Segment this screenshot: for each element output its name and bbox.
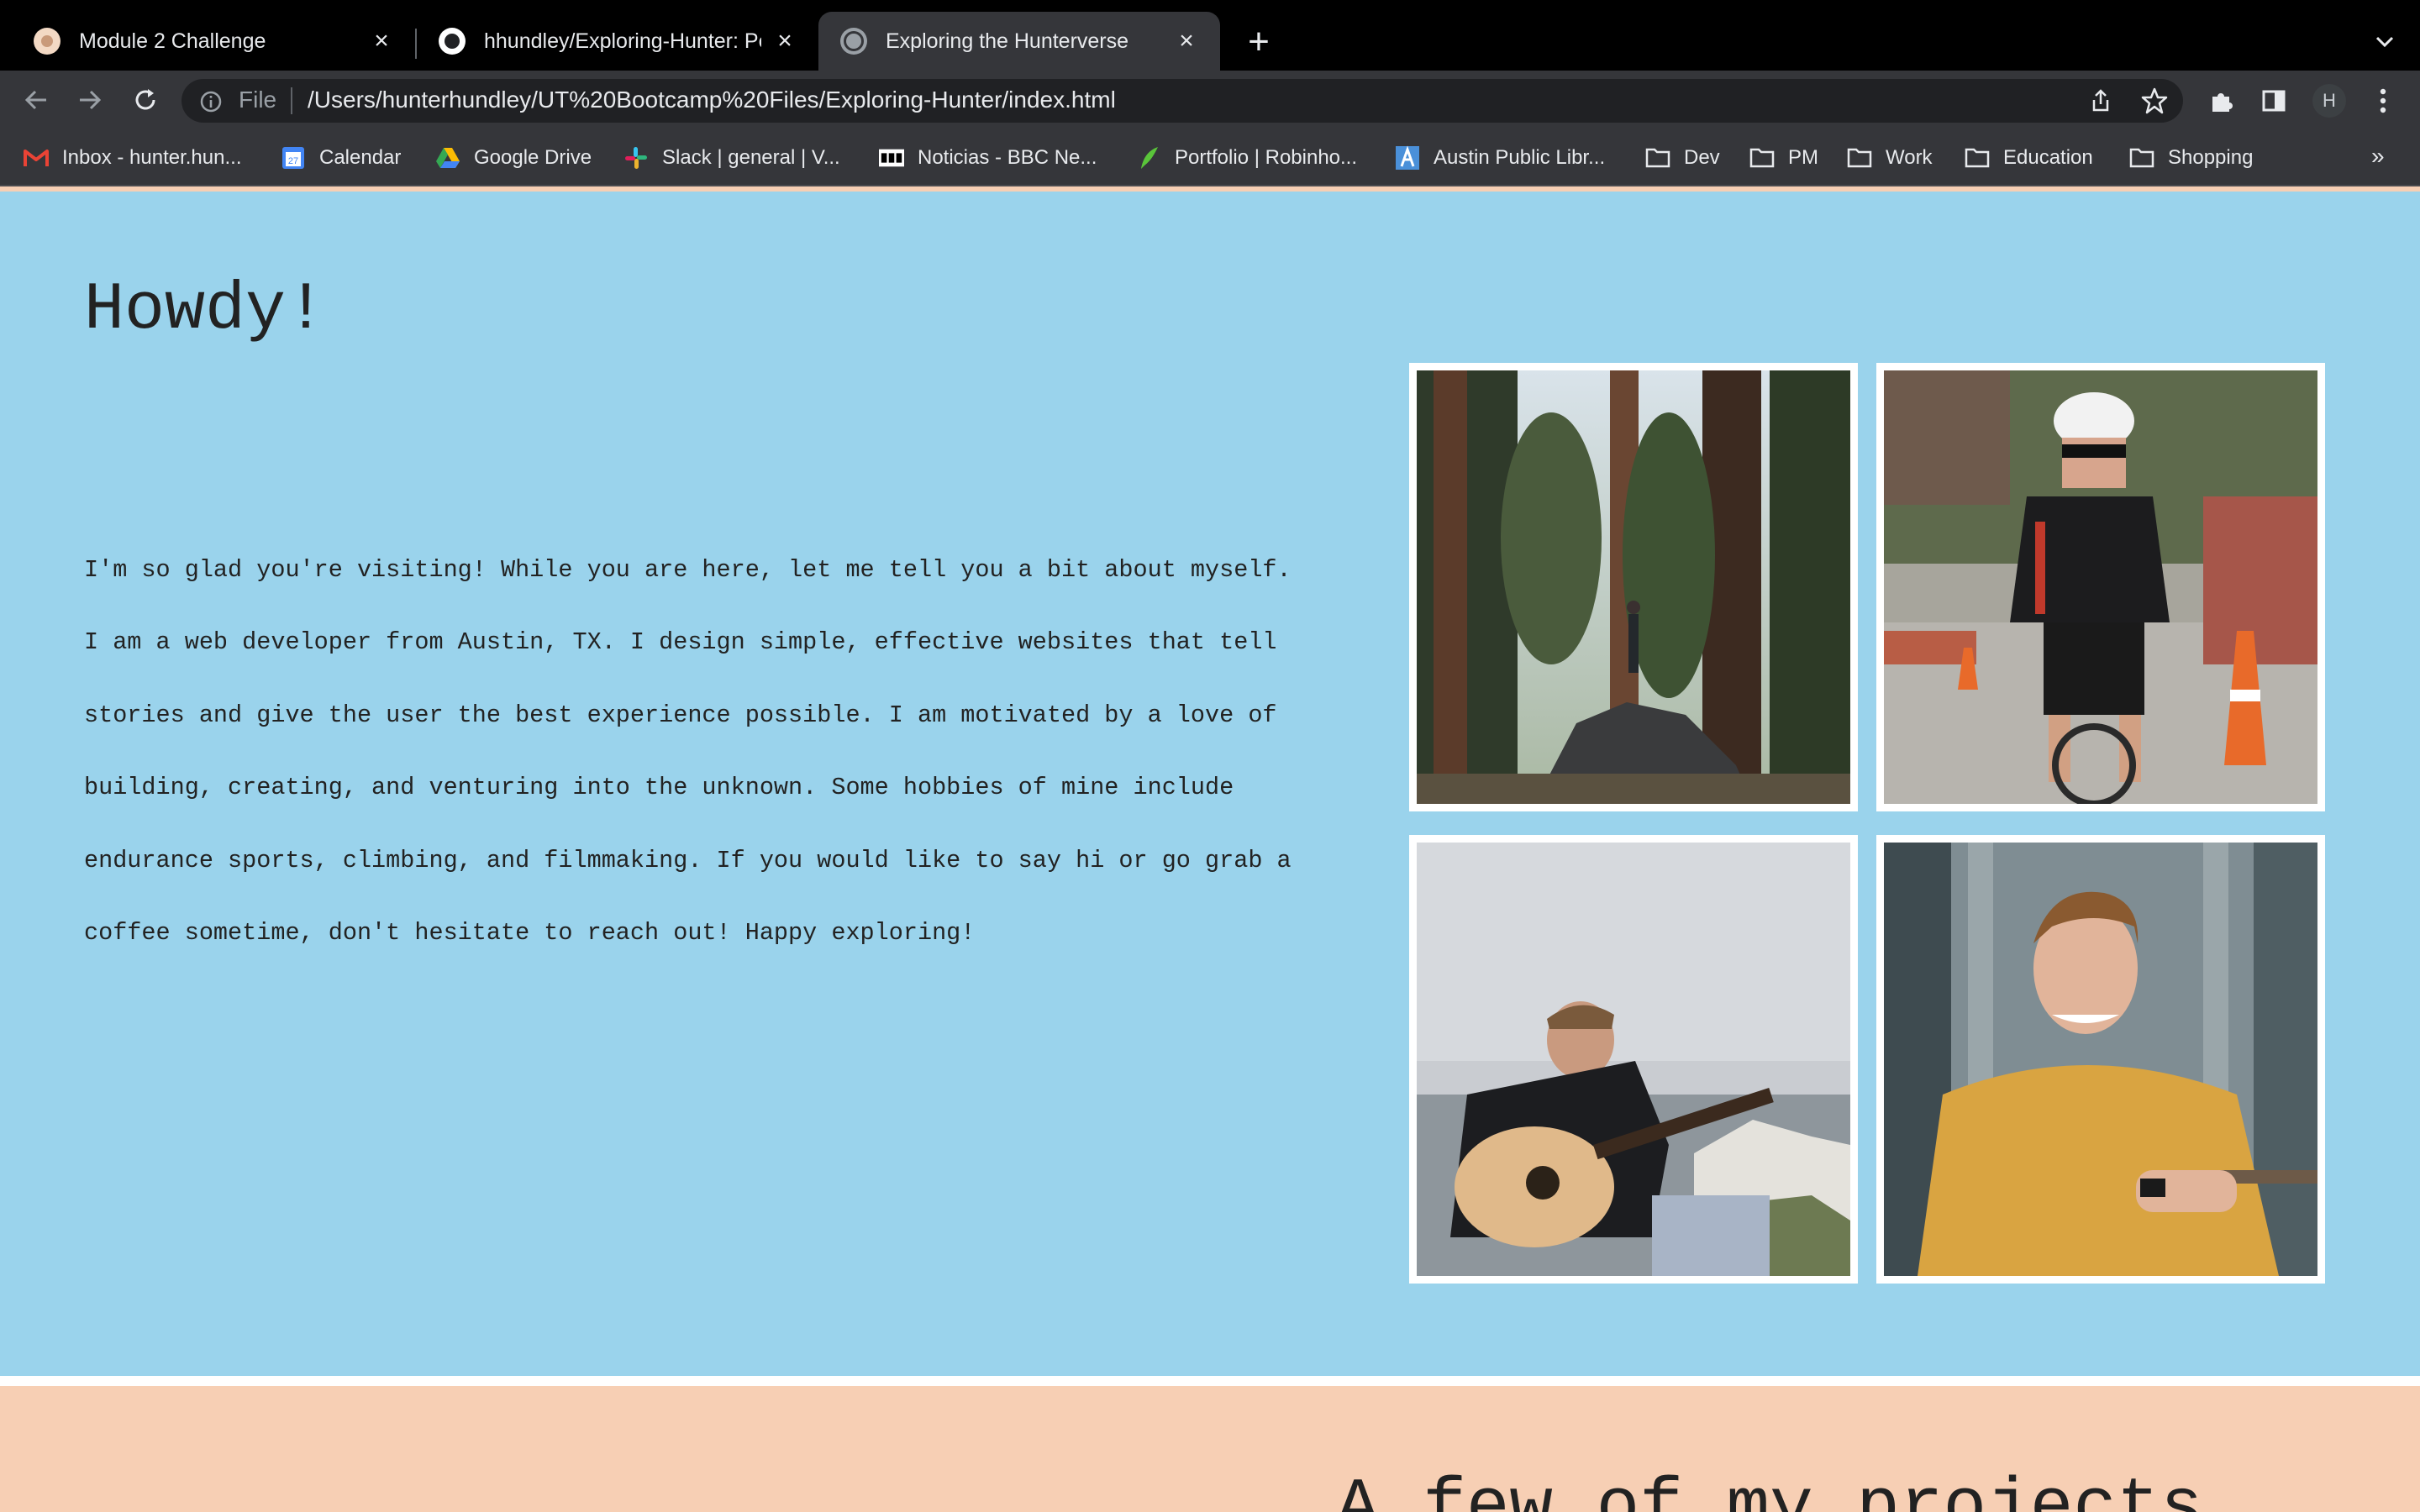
folder-icon: [1645, 145, 1670, 171]
browser-menu-kebab-icon[interactable]: [2366, 84, 2400, 118]
tab-title: Module 2 Challenge: [79, 29, 266, 53]
bookmarks-overflow-chevron-icon[interactable]: »: [2371, 143, 2385, 170]
bookmark-folder-work[interactable]: Work: [1847, 141, 1933, 175]
photo-guitar-cliffs: [1409, 835, 1858, 1284]
extensions-puzzle-icon[interactable]: [2205, 84, 2238, 118]
bookmark-label: Work: [1886, 146, 1933, 169]
photo-cycling-race: [1876, 363, 2325, 811]
bookmark-label: Portfolio | Robinho...: [1175, 146, 1358, 169]
bookmark-folder-pm[interactable]: PM: [1749, 141, 1818, 175]
bbc-icon: [879, 145, 904, 171]
folder-icon: [1847, 145, 1872, 171]
tab-exploring-hunterverse[interactable]: Exploring the Hunterverse ×: [818, 12, 1220, 71]
bookmark-google-drive[interactable]: Google Drive: [435, 141, 592, 175]
close-tab-icon[interactable]: ×: [370, 27, 393, 55]
bookmark-folder-education[interactable]: Education: [1965, 141, 2093, 175]
folder-icon: [1965, 145, 1990, 171]
tab-title: hhundley/Exploring-Hunter: Pe: [484, 29, 761, 53]
close-tab-icon[interactable]: ×: [1175, 27, 1198, 55]
page-top-border: [0, 186, 2420, 192]
bookmark-label: Austin Public Libr...: [1434, 146, 1606, 169]
robinhood-icon: [1136, 145, 1161, 171]
photo-forest-boulder: [1409, 363, 1858, 811]
bookmark-robinhood[interactable]: Portfolio | Robinho...: [1136, 141, 1357, 175]
calendar-icon: 27: [281, 145, 306, 171]
site-info-icon[interactable]: [198, 89, 224, 114]
side-panel-icon[interactable]: [2257, 84, 2291, 118]
tab-module-2-challenge[interactable]: Module 2 Challenge ×: [12, 12, 415, 71]
forward-arrow-icon[interactable]: [72, 82, 108, 118]
address-scheme-label: File: [239, 87, 277, 113]
bookmark-label: Shopping: [2168, 146, 2254, 169]
greeting-heading: Howdy!: [84, 272, 327, 349]
bookmark-label: Inbox - hunter.hun...: [62, 146, 242, 169]
bookmark-austin-library[interactable]: Austin Public Libr...: [1395, 141, 1605, 175]
bookmark-label: Google Drive: [474, 146, 592, 169]
tab-search-chevron-icon[interactable]: [2368, 25, 2402, 59]
new-tab-plus-icon[interactable]: +: [1242, 24, 1276, 60]
address-separator: [291, 87, 292, 114]
folder-icon: [2129, 145, 2154, 171]
github-icon: [439, 28, 466, 55]
gmail-icon: [24, 145, 49, 171]
bookmark-folder-dev[interactable]: Dev: [1645, 141, 1720, 175]
library-icon: [1395, 145, 1420, 171]
bookmark-folder-shopping[interactable]: Shopping: [2129, 141, 2253, 175]
tab-strip: Module 2 Challenge × hhundley/Exploring-…: [0, 0, 2420, 71]
share-icon[interactable]: [2084, 84, 2118, 118]
bookmark-label: Dev: [1684, 146, 1720, 169]
bookmark-label: Education: [2003, 146, 2093, 169]
bookmark-label: Noticias - BBC Ne...: [918, 146, 1097, 169]
bookmark-label: PM: [1788, 146, 1818, 169]
projects-section: A few of my projects: [0, 1386, 2420, 1512]
bookmark-calendar[interactable]: 27 Calendar: [281, 141, 401, 175]
bookmark-bbc[interactable]: Noticias - BBC Ne...: [879, 141, 1097, 175]
intro-paragraph: I'm so glad you're visiting! While you a…: [84, 556, 1292, 948]
address-url[interactable]: /Users/hunterhundley/UT%20Bootcamp%20Fil…: [308, 87, 1116, 113]
slack-icon: [623, 145, 649, 171]
page-viewport: Howdy! I'm so glad you're visiting! Whil…: [0, 186, 2420, 1512]
bookmark-star-icon[interactable]: [2138, 84, 2171, 118]
tab-title: Exploring the Hunterverse: [886, 29, 1129, 53]
bookmark-label: Calendar: [319, 146, 402, 169]
back-arrow-icon[interactable]: [18, 82, 54, 118]
profile-avatar[interactable]: H: [2312, 84, 2346, 118]
tab-github-repo[interactable]: hhundley/Exploring-Hunter: Pe ×: [417, 12, 818, 71]
section-divider: [0, 1376, 2420, 1386]
bookmark-slack[interactable]: Slack | general | V...: [623, 141, 840, 175]
photo-portrait-yellow-shirt: [1876, 835, 2325, 1284]
reload-icon[interactable]: [128, 82, 163, 118]
drive-icon: [435, 145, 460, 171]
folder-icon: [1749, 145, 1775, 171]
projects-heading: A few of my projects: [1336, 1467, 2204, 1512]
close-tab-icon[interactable]: ×: [773, 27, 797, 55]
tab-favicon-icon: [34, 28, 60, 55]
globe-icon: [840, 28, 867, 55]
bookmark-label: Slack | general | V...: [662, 146, 840, 169]
svg-text:27: 27: [288, 156, 298, 166]
bookmark-gmail[interactable]: Inbox - hunter.hun...: [24, 141, 241, 175]
